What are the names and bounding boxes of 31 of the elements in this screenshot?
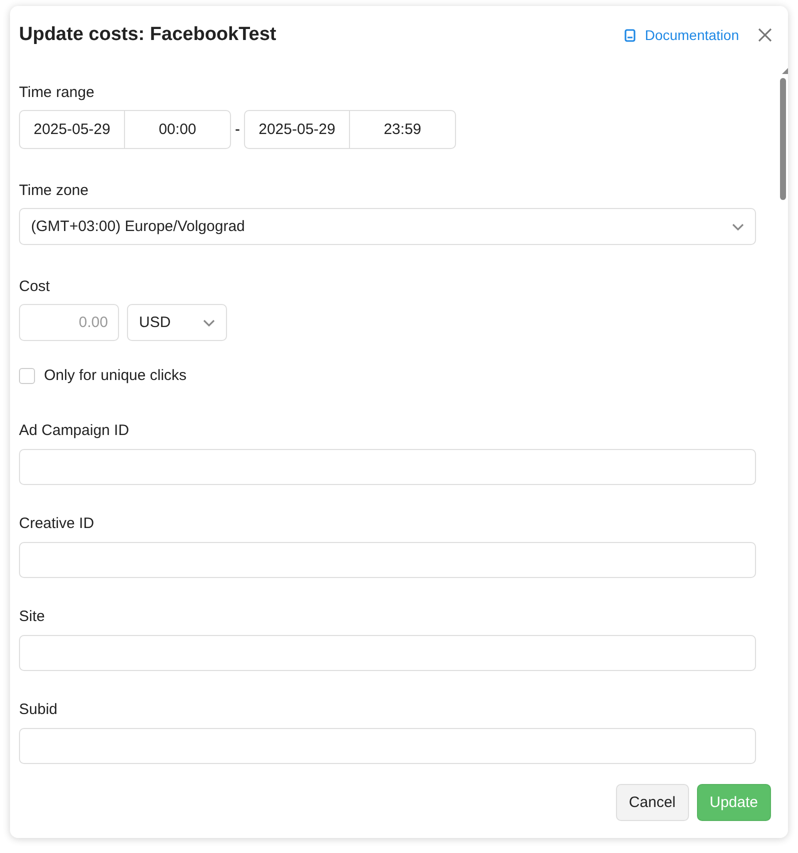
field-label: Ad Campaign ID <box>19 422 130 439</box>
book-icon <box>624 28 636 42</box>
range-separator: - <box>235 121 240 138</box>
field-label: Time zone <box>19 182 90 199</box>
text-input[interactable] <box>19 449 756 485</box>
checkbox[interactable] <box>19 368 35 384</box>
documentation-link[interactable]: Documentation <box>624 27 739 43</box>
text-input[interactable] <box>19 542 756 578</box>
date-value: 2025-05-29 <box>20 111 125 148</box>
field-label: Time range <box>19 84 96 101</box>
time-value: 23:59 <box>382 120 422 140</box>
field-label: Subid <box>19 701 58 718</box>
checkbox-label: Only for unique clicks <box>44 367 187 384</box>
text-input[interactable] <box>19 635 756 671</box>
field-label: Creative ID <box>19 515 96 532</box>
text-input[interactable] <box>19 728 756 764</box>
time-value: 00:00 <box>158 120 198 140</box>
chevron-down-icon <box>732 222 744 230</box>
end-datetime-field[interactable]: 2025-05-29 23:59 <box>244 110 456 149</box>
field-label: Cost <box>19 278 51 295</box>
currency-select[interactable]: USD <box>127 304 227 341</box>
start-datetime-field[interactable]: 2025-05-29 00:00 <box>19 110 231 149</box>
field-label: Site <box>19 608 46 625</box>
dialog-title: Update costs: FacebookTest <box>19 24 278 46</box>
date-value: 2025-05-29 <box>245 111 350 148</box>
cost-input[interactable]: 0.00 <box>19 304 119 341</box>
scroll-up-arrow-icon[interactable] <box>780 68 788 74</box>
chevron-down-icon <box>203 318 215 326</box>
time-zone-select[interactable]: (GMT+03:00) Europe/Volgograd <box>19 208 756 245</box>
close-icon[interactable] <box>757 27 773 43</box>
cancel-button[interactable]: Cancel <box>616 784 689 820</box>
